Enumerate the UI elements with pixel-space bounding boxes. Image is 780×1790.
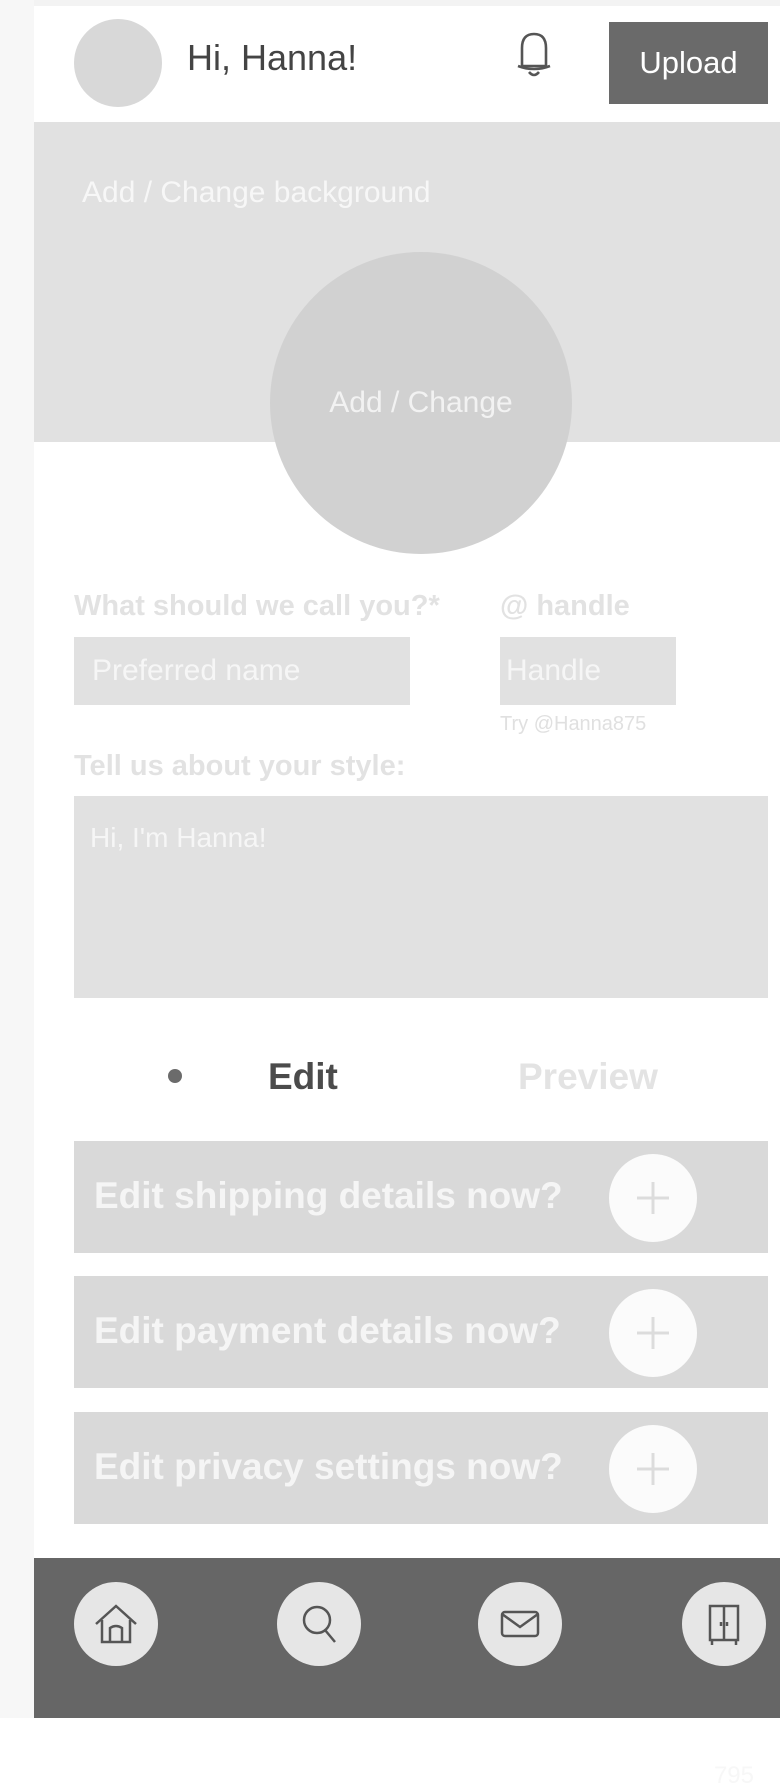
avatar[interactable] [74,19,162,107]
handle-input[interactable]: Handle [500,637,676,705]
edit-privacy-row[interactable]: Edit privacy settings now? [74,1412,768,1524]
nav-wardrobe[interactable] [682,1582,766,1666]
upload-button[interactable]: Upload [609,22,768,104]
edit-privacy-label: Edit privacy settings now? [94,1446,563,1487]
plus-icon[interactable] [609,1154,697,1242]
name-label: What should we call you?* [74,590,440,622]
bio-label: Tell us about your style: [74,750,406,782]
search-icon [302,1605,336,1643]
profile-photo[interactable]: Add / Change [270,252,572,554]
left-gutter [0,0,34,1718]
edit-shipping-row[interactable]: Edit shipping details now? [74,1141,768,1253]
handle-label: @ handle [500,590,630,622]
plus-icon[interactable] [609,1425,697,1513]
wardrobe-icon [708,1604,740,1645]
handle-placeholder: Handle [506,654,602,687]
home-icon [95,1604,137,1644]
nav-search[interactable] [277,1582,361,1666]
tab-edit[interactable]: Edit [268,1056,338,1098]
change-background-label[interactable]: Add / Change background [82,176,431,210]
handle-hint: Try @Hanna875 [500,713,647,735]
bio-char-counter: 795 [713,1762,754,1789]
nav-home[interactable] [74,1582,158,1666]
greeting-text: Hi, Hanna! [187,37,358,78]
top-edge [34,0,780,6]
nav-messages[interactable] [478,1582,562,1666]
plus-icon[interactable] [609,1289,697,1377]
tab-preview[interactable]: Preview [518,1056,658,1098]
edit-shipping-label: Edit shipping details now? [94,1175,563,1216]
change-photo-label: Add / Change [329,386,513,419]
edit-payment-label: Edit payment details now? [94,1310,561,1351]
preferred-name-placeholder: Preferred name [92,654,301,687]
bell-icon[interactable] [514,28,554,80]
preferred-name-input[interactable]: Preferred name [74,637,410,705]
bio-text: Hi, I'm Hanna! [90,822,267,853]
active-tab-indicator [168,1069,182,1083]
mail-icon [500,1610,540,1638]
edit-payment-row[interactable]: Edit payment details now? [74,1276,768,1388]
